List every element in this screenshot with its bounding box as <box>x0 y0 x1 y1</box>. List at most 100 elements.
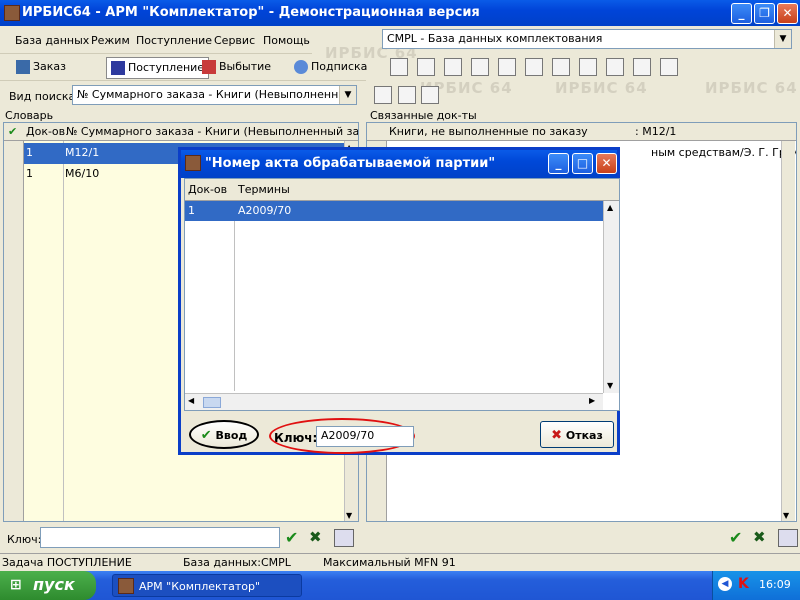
dialog-minimize-button[interactable]: _ <box>548 153 569 174</box>
left-panel-title: Словарь <box>5 109 54 122</box>
column-divider <box>234 201 235 391</box>
dialog-close-button[interactable]: ✕ <box>596 153 617 174</box>
tool-edit-icon[interactable] <box>390 58 408 76</box>
status-bar: Задача ПОСТУПЛЕНИЕ База данных:CMPL Макс… <box>0 553 800 571</box>
scroll-down-icon[interactable]: ▼ <box>346 511 352 520</box>
column-header[interactable]: № Суммарного заказа - Книги (Невыполненн… <box>66 125 358 138</box>
row-term: A2009/70 <box>238 204 292 217</box>
clock[interactable]: 16:09 <box>759 578 791 591</box>
menu-bar: База данных Режим Поступление Сервис Пом… <box>0 26 312 54</box>
withdrawal-button[interactable]: Выбытие <box>202 60 271 74</box>
tool-filter-icon[interactable] <box>606 58 624 76</box>
dialog-maximize-button[interactable]: □ <box>572 153 593 174</box>
status-mfn: Максимальный MFN 91 <box>323 556 456 569</box>
dictionary-key-input[interactable] <box>40 527 280 548</box>
database-select[interactable]: CMPL - База данных комплектования ▼ <box>382 29 792 49</box>
tool-doc-icon[interactable] <box>498 58 516 76</box>
linked-docs-header-value: : M12/1 <box>635 125 677 138</box>
dialog-key-input[interactable]: A2009/70 <box>316 426 414 447</box>
column-header[interactable]: Термины <box>238 183 290 196</box>
tool-copy-icon[interactable] <box>471 58 489 76</box>
check-icon: ✔ <box>8 125 18 138</box>
menu-help[interactable]: Помощь <box>263 34 310 47</box>
antivirus-icon[interactable]: K <box>738 576 749 592</box>
restore-button[interactable]: ❐ <box>754 3 775 24</box>
terms-grid[interactable]: Док-ов Термины 1 A2009/70 ▲ ▼ ◀ ▶ <box>184 178 620 411</box>
tool-chart-icon[interactable] <box>633 58 651 76</box>
row-gutter <box>4 141 24 521</box>
menu-mode[interactable]: Режим <box>91 34 130 47</box>
horizontal-scrollbar[interactable]: ◀ ▶ <box>185 393 603 410</box>
menu-database[interactable]: База данных <box>15 34 89 47</box>
window-title-bar[interactable]: ИРБИС64 - АРМ "Комплектатор" - Демонстра… <box>0 0 800 26</box>
order-icon <box>16 60 30 74</box>
dialog-title: "Номер акта обрабатываемой партии" <box>205 156 496 171</box>
tool-refresh-icon[interactable] <box>660 58 678 76</box>
cancel-icon[interactable]: ✖ <box>309 528 329 548</box>
scroll-down-icon[interactable]: ▼ <box>783 511 789 520</box>
tools-toolbar <box>382 54 692 81</box>
scroll-up-icon[interactable]: ▲ <box>607 203 613 212</box>
dialog-app-icon <box>185 155 201 171</box>
order-button[interactable]: Заказ <box>16 60 66 74</box>
cancel-button[interactable]: ✖ Отказ <box>540 421 614 448</box>
start-button[interactable]: ⊞ пуск <box>0 571 96 600</box>
tool-report-icon[interactable] <box>579 58 597 76</box>
tool-stats-icon[interactable] <box>552 58 570 76</box>
tool-list-icon[interactable] <box>525 58 543 76</box>
view-icon[interactable] <box>778 529 798 547</box>
tool-export-icon[interactable] <box>444 58 462 76</box>
withdrawal-icon <box>202 60 216 74</box>
new-doc-icon[interactable] <box>374 86 392 104</box>
app-icon[interactable] <box>4 5 20 21</box>
blank-doc-icon[interactable] <box>398 86 416 104</box>
dictionary-grid-header: ✔ Док-ов № Суммарного заказа - Книги (Не… <box>4 123 358 141</box>
row-term: M6/10 <box>65 167 100 180</box>
column-header[interactable]: Док-ов <box>188 183 227 196</box>
cancel-x-icon: ✖ <box>551 428 563 443</box>
watermark-text: ИРБИС 64 <box>705 79 798 97</box>
dialog-title-bar[interactable]: "Номер акта обрабатываемой партии" _ □ ✕ <box>181 150 617 178</box>
vertical-scrollbar[interactable]: ▲ ▼ <box>603 201 619 393</box>
search-type-value: № Суммарного заказа - Книги (Невыполненн… <box>77 88 357 101</box>
taskbar: ⊞ пуск АРМ "Комплектатор" ◀ K 16:09 <box>0 571 800 600</box>
minimize-button[interactable]: _ <box>731 3 752 24</box>
windows-logo-icon: ⊞ <box>10 577 22 593</box>
menu-service[interactable]: Сервис <box>214 34 255 47</box>
subscription-button[interactable]: Подписка <box>294 60 367 74</box>
enter-button[interactable]: ✔ Ввод <box>189 420 259 449</box>
search-type-label: Вид поиска <box>9 90 76 103</box>
taskbar-app-button[interactable]: АРМ "Комплектатор" <box>112 574 302 597</box>
chevron-down-icon[interactable]: ▼ <box>774 30 791 48</box>
vertical-scrollbar[interactable]: ▼ <box>781 141 795 521</box>
status-task: Задача ПОСТУПЛЕНИЕ <box>2 556 132 569</box>
watermark-text: ИРБИС 64 <box>555 79 648 97</box>
subscription-icon <box>294 60 308 74</box>
key-label: Ключ: <box>7 533 42 546</box>
view-icon[interactable] <box>334 529 354 547</box>
scroll-thumb[interactable] <box>203 397 221 408</box>
receipt-button[interactable]: Поступление <box>106 57 210 79</box>
close-button[interactable]: ✕ <box>777 3 798 24</box>
terms-grid-header: Док-ов Термины <box>185 179 619 201</box>
start-label: пуск <box>33 575 75 594</box>
accept-icon[interactable]: ✔ <box>729 528 749 548</box>
print-icon[interactable] <box>417 58 435 76</box>
tray-arrow-icon[interactable]: ◀ <box>718 577 732 591</box>
tree-icon[interactable] <box>421 86 439 104</box>
right-panel-title: Связанные док-ты <box>370 109 477 122</box>
linked-docs-header-title: Книги, не выполненные по заказу <box>389 125 588 138</box>
scroll-down-icon[interactable]: ▼ <box>607 381 613 390</box>
column-header[interactable]: Док-ов <box>26 125 65 138</box>
cancel-icon[interactable]: ✖ <box>753 528 773 548</box>
search-type-select[interactable]: № Суммарного заказа - Книги (Невыполненн… <box>72 85 357 105</box>
scroll-left-icon[interactable]: ◀ <box>188 396 194 405</box>
table-row[interactable]: 1 A2009/70 <box>185 201 603 221</box>
system-tray: ◀ K 16:09 <box>712 571 800 600</box>
menu-receipt[interactable]: Поступление <box>136 34 212 47</box>
row-term: M12/1 <box>65 146 100 159</box>
dialog-key-value: A2009/70 <box>321 429 375 442</box>
chevron-down-icon[interactable]: ▼ <box>339 86 356 104</box>
accept-icon[interactable]: ✔ <box>285 528 305 548</box>
scroll-right-icon[interactable]: ▶ <box>589 396 595 405</box>
